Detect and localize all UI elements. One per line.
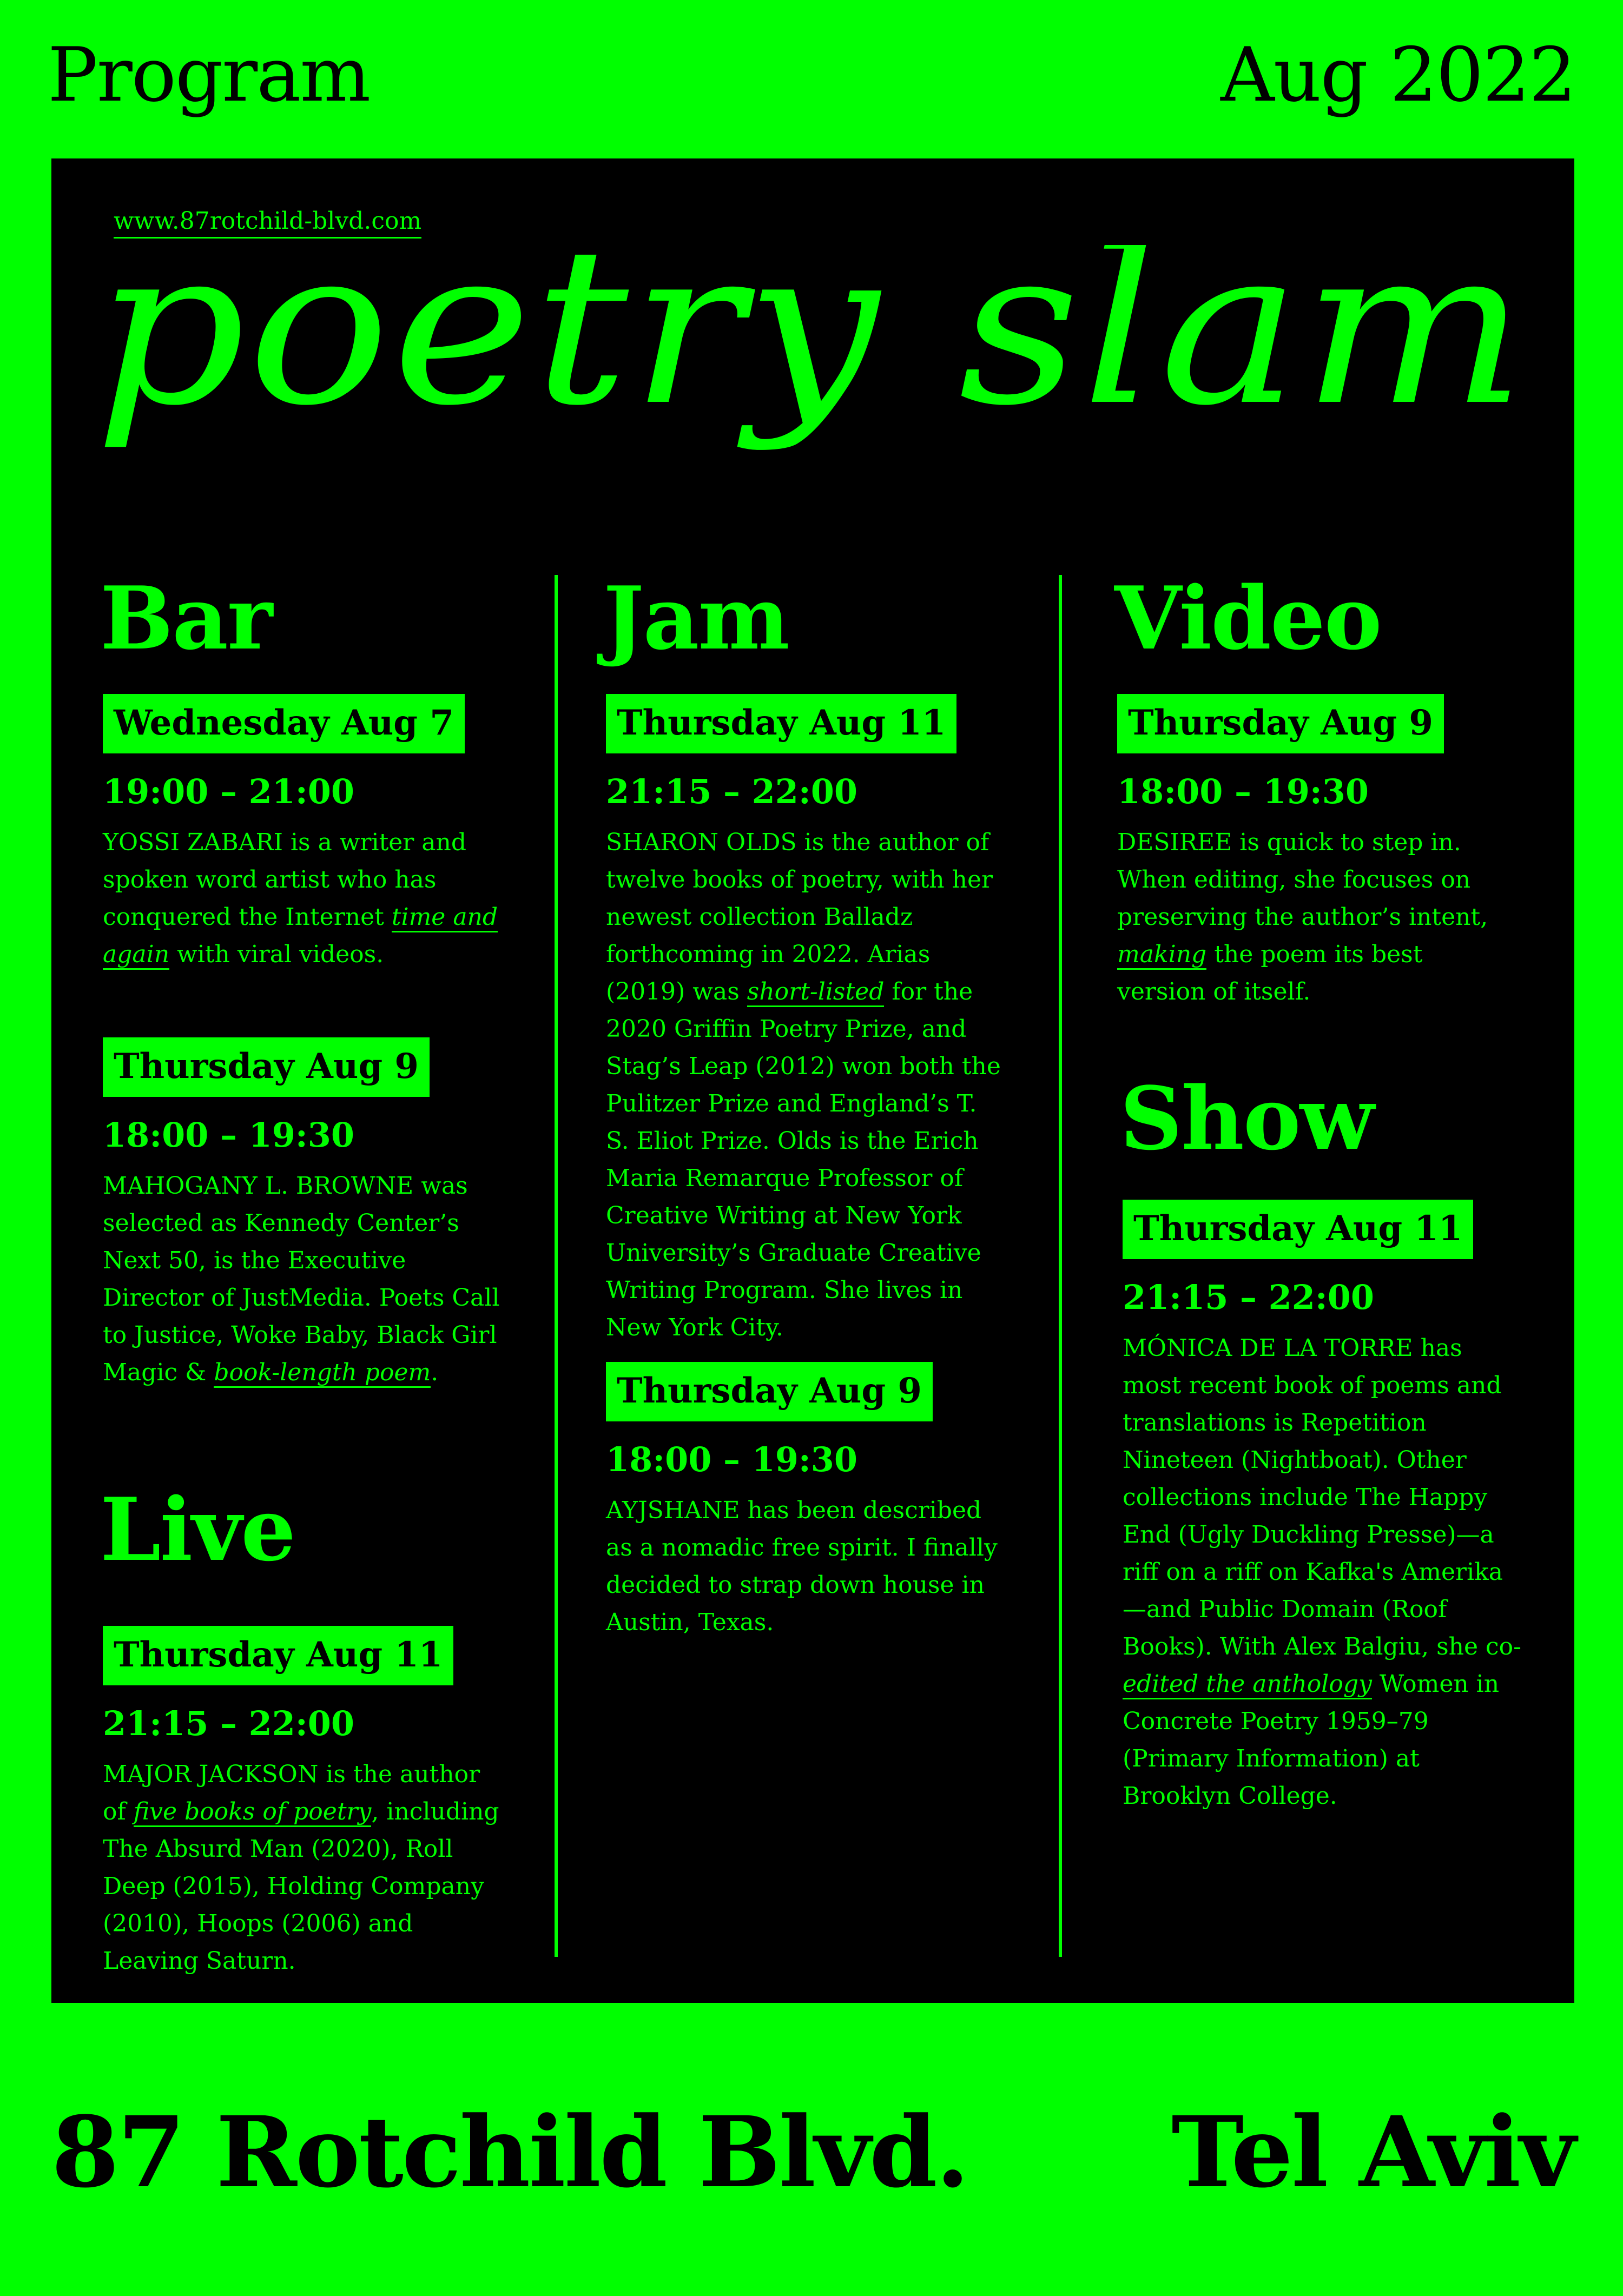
section-heading-jam: Jam xyxy=(603,567,790,669)
section-heading-show: Show xyxy=(1120,1068,1374,1169)
event-description: DESIREE is quick to step in. When editin… xyxy=(1117,829,1488,1005)
program-panel: www.87rotchild-blvd.com poetry slam Bar … xyxy=(51,158,1574,2003)
section-heading-video: Video xyxy=(1114,567,1382,669)
event-jam-2: Thursday Aug 9 18:00 – 19:30 AYJSHANE ha… xyxy=(606,1362,1006,1641)
column-divider-1 xyxy=(555,575,558,1957)
venue-city: Tel Aviv xyxy=(1171,2095,1576,2209)
event-description: SHARON OLDS is the author of twelve book… xyxy=(606,829,1001,1341)
event-date: Thursday Aug 9 xyxy=(606,1362,933,1421)
program-date: Aug 2022 xyxy=(1220,31,1576,118)
event-date: Thursday Aug 11 xyxy=(606,694,957,753)
event-description: YOSSI ZABARI is a writer and spoken word… xyxy=(103,824,503,973)
section-heading-bar: Bar xyxy=(100,567,273,669)
description-link[interactable]: edited the anthology xyxy=(1123,1670,1372,1699)
event-time: 18:00 – 19:30 xyxy=(1117,772,1369,811)
event-video-1: Thursday Aug 9 18:00 – 19:30 DESIREE is … xyxy=(1117,694,1518,1010)
event-date: Thursday Aug 9 xyxy=(103,1037,430,1097)
venue-address: 87 Rotchild Blvd. xyxy=(51,2095,969,2209)
event-time: 21:15 – 22:00 xyxy=(103,1704,355,1743)
program-label: Program xyxy=(48,31,371,118)
description-link[interactable]: five books of poetry xyxy=(133,1798,372,1827)
description-link[interactable]: book-length poem xyxy=(214,1359,431,1388)
event-description: MAJOR JACKSON is the author of five book… xyxy=(103,1761,499,1975)
description-link[interactable]: short-listed xyxy=(747,978,885,1007)
event-description: MAHOGANY L. BROWNE was selected as Kenne… xyxy=(103,1167,503,1391)
event-date: Thursday Aug 9 xyxy=(1117,694,1444,753)
event-time: 18:00 – 19:30 xyxy=(606,1440,858,1479)
event-time: 19:00 – 21:00 xyxy=(103,772,355,811)
event-time: 21:15 – 22:00 xyxy=(1123,1278,1375,1317)
event-live-1: Thursday Aug 11 21:15 – 22:00 MAJOR JACK… xyxy=(103,1626,503,1980)
event-time: 21:15 – 22:00 xyxy=(606,772,858,811)
website-link[interactable]: www.87rotchild-blvd.com xyxy=(114,207,422,239)
event-date: Thursday Aug 11 xyxy=(1123,1200,1474,1259)
description-link[interactable]: making xyxy=(1117,941,1207,970)
event-description: MÓNICA DE LA TORRE has most recent book … xyxy=(1123,1334,1522,1810)
event-show-1: Thursday Aug 11 21:15 – 22:00 MÓNICA DE … xyxy=(1123,1200,1523,1815)
event-date: Wednesday Aug 7 xyxy=(103,694,465,753)
event-description: AYJSHANE has been described as a nomadic… xyxy=(606,1497,998,1636)
poster-title-text: poetry slam xyxy=(95,245,1528,451)
event-jam-1: Thursday Aug 11 21:15 – 22:00 SHARON OLD… xyxy=(606,694,1006,1346)
poster-title: poetry slam xyxy=(95,245,1528,451)
section-heading-live: Live xyxy=(100,1479,296,1580)
event-bar-1: Wednesday Aug 7 19:00 – 21:00 YOSSI ZABA… xyxy=(103,694,503,973)
event-date: Thursday Aug 11 xyxy=(103,1626,454,1685)
column-divider-2 xyxy=(1059,575,1062,1957)
event-bar-2: Thursday Aug 9 18:00 – 19:30 MAHOGANY L.… xyxy=(103,1037,503,1391)
event-time: 18:00 – 19:30 xyxy=(103,1115,355,1155)
